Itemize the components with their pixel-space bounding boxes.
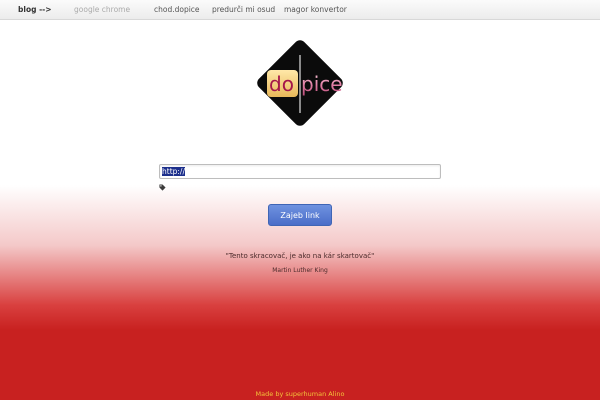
url-input[interactable] — [159, 164, 441, 179]
nav-preducri-osud-link[interactable]: predurči mi osud — [212, 5, 275, 14]
nav-google-chrome-link[interactable]: google chrome — [74, 5, 130, 14]
logo-text-pice: pice — [301, 72, 343, 96]
footer-credit: Made by superhuman Alino — [255, 390, 345, 398]
quote-author: Martin Luther King — [272, 267, 328, 274]
submit-button[interactable]: Zajeb link — [268, 204, 332, 226]
top-navigation-bar: blog --> google chrome chod.dopice predu… — [0, 0, 600, 20]
tag-icon — [159, 184, 166, 191]
dopice-logo: do pice — [257, 40, 343, 126]
quote-text: "Tento skracovač, je ako na kár skartova… — [225, 252, 375, 260]
nav-blog-link[interactable]: blog --> — [18, 5, 52, 14]
logo-text-do: do — [269, 72, 294, 96]
nav-magor-konvertor-link[interactable]: magor konvertor — [284, 5, 347, 14]
nav-chod-dopice-link[interactable]: chod.dopice — [154, 5, 200, 14]
